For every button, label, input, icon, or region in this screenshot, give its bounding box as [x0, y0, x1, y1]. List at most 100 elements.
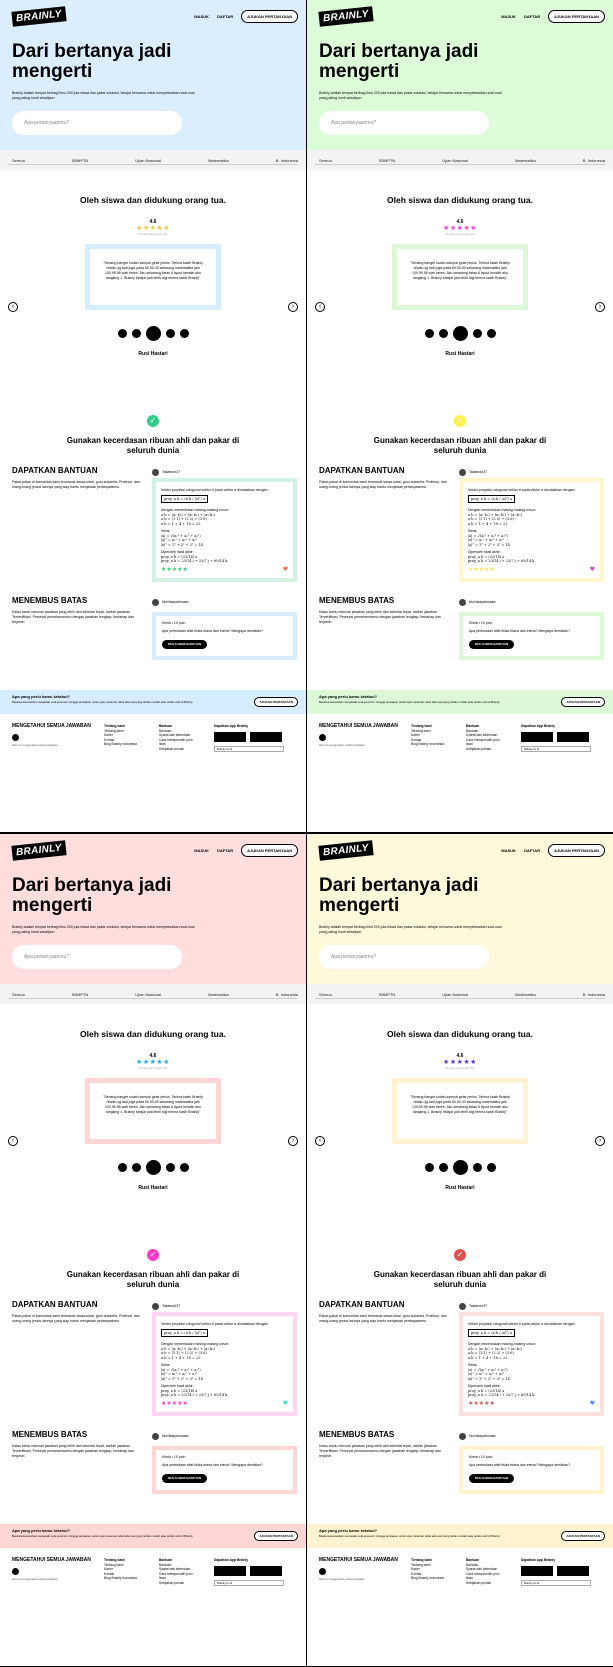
footer-link[interactable]: Blog Brainly Indonesia	[411, 1576, 466, 1581]
app-store-badge[interactable]	[214, 1565, 246, 1576]
locale-select[interactable]: Brainly.co.id	[214, 1579, 284, 1586]
carousel-dot-active[interactable]	[145, 1160, 161, 1175]
app-store-badge[interactable]	[521, 731, 553, 742]
search-input[interactable]: Apa pertanyaanmu?	[12, 111, 182, 135]
footer-social-icon[interactable]	[12, 1567, 19, 1575]
ask-question-button[interactable]: AJUKAN PERTANYAAN	[548, 9, 605, 23]
heart-icon[interactable]: ♥	[590, 1400, 595, 1407]
register-link[interactable]: DAFTAR	[524, 14, 540, 19]
subject-tab[interactable]: Ujian Nasional	[442, 992, 468, 997]
subject-tab[interactable]: SBMPTN	[379, 992, 396, 997]
play-store-badge[interactable]	[557, 1565, 589, 1576]
carousel-dot[interactable]	[165, 1163, 175, 1172]
search-input[interactable]: Apa pertanyaanmu?	[12, 945, 182, 969]
subject-tab[interactable]: SBMPTN	[72, 992, 89, 997]
carousel-dot[interactable]	[165, 329, 175, 338]
carousel-dot[interactable]	[131, 1163, 141, 1172]
subject-tab[interactable]: Semua	[319, 158, 332, 163]
footer-link[interactable]: Kebijakan privasi	[159, 747, 214, 752]
carousel-dot[interactable]	[486, 329, 496, 338]
play-store-badge[interactable]	[557, 731, 589, 742]
footer-link[interactable]: Blog Brainly Indonesia	[411, 742, 466, 747]
locale-select[interactable]: Brainly.co.id	[214, 745, 284, 752]
start-helping-button[interactable]: MULAI BERI BANTUAN	[162, 640, 208, 649]
carousel-dot[interactable]	[117, 329, 127, 338]
brainly-logo[interactable]: BRAINLY	[318, 839, 374, 861]
subject-tab[interactable]: Ujian Nasional	[135, 158, 161, 163]
subject-tab[interactable]: Matematika	[515, 992, 536, 997]
subject-tab[interactable]: Semua	[12, 158, 25, 163]
brainly-logo[interactable]: BRAINLY	[11, 5, 67, 27]
heart-icon[interactable]: ♥	[590, 566, 595, 573]
carousel-dot[interactable]	[424, 1163, 434, 1172]
locale-select[interactable]: Brainly.co.id	[521, 745, 591, 752]
register-link[interactable]: DAFTAR	[524, 848, 540, 853]
footer-link[interactable]: Kebijakan privasi	[159, 1581, 214, 1586]
login-link[interactable]: MASUK	[194, 848, 209, 853]
heart-icon[interactable]: ♥	[283, 1400, 288, 1407]
next-arrow-icon[interactable]: ›	[595, 302, 605, 312]
carousel-dot-active[interactable]	[145, 326, 161, 341]
login-link[interactable]: MASUK	[194, 14, 209, 19]
banner-ask-button[interactable]: AJUKAN PERTANYAAN	[561, 1531, 605, 1541]
login-link[interactable]: MASUK	[501, 14, 516, 19]
search-input[interactable]: Apa pertanyaanmu?	[319, 111, 489, 135]
brainly-logo[interactable]: BRAINLY	[318, 5, 374, 27]
search-input[interactable]: Apa pertanyaanmu?	[319, 945, 489, 969]
carousel-dot[interactable]	[472, 329, 482, 338]
register-link[interactable]: DAFTAR	[217, 14, 233, 19]
carousel-dot-active[interactable]	[452, 1160, 468, 1175]
subject-tab[interactable]: Semua	[12, 992, 25, 997]
subject-tab[interactable]: Matematika	[208, 158, 229, 163]
carousel-dot[interactable]	[131, 329, 141, 338]
carousel-dot[interactable]	[117, 1163, 127, 1172]
login-link[interactable]: MASUK	[501, 848, 516, 853]
prev-arrow-icon[interactable]: ‹	[315, 302, 325, 312]
carousel-dot-active[interactable]	[452, 326, 468, 341]
footer-link[interactable]: Blog Brainly Indonesia	[104, 1576, 159, 1581]
next-arrow-icon[interactable]: ›	[288, 302, 298, 312]
subject-tab[interactable]: Matematika	[208, 992, 229, 997]
app-store-badge[interactable]	[214, 731, 246, 742]
carousel-dot[interactable]	[424, 329, 434, 338]
prev-arrow-icon[interactable]: ‹	[8, 302, 18, 312]
brainly-logo[interactable]: BRAINLY	[11, 839, 67, 861]
footer-link[interactable]: Kebijakan privasi	[466, 747, 521, 752]
footer-social-icon[interactable]	[12, 733, 19, 741]
ask-question-button[interactable]: AJUKAN PERTANYAAN	[548, 843, 605, 857]
heart-icon[interactable]: ♥	[283, 566, 288, 573]
start-helping-button[interactable]: MULAI BERI BANTUAN	[469, 640, 515, 649]
next-arrow-icon[interactable]: ›	[595, 1136, 605, 1146]
subject-tab[interactable]: Matematika	[515, 158, 536, 163]
prev-arrow-icon[interactable]: ‹	[315, 1136, 325, 1146]
footer-social-icon[interactable]	[319, 733, 326, 741]
subject-tab[interactable]: Ujian Nasional	[135, 992, 161, 997]
subject-tab[interactable]: B. Indonesia	[583, 158, 605, 163]
banner-ask-button[interactable]: AJUKAN PERTANYAAN	[254, 697, 298, 707]
carousel-dot[interactable]	[179, 329, 189, 338]
carousel-dot[interactable]	[179, 1163, 189, 1172]
carousel-dot[interactable]	[438, 329, 448, 338]
register-link[interactable]: DAFTAR	[217, 848, 233, 853]
banner-ask-button[interactable]: AJUKAN PERTANYAAN	[561, 697, 605, 707]
play-store-badge[interactable]	[250, 1565, 282, 1576]
subject-tab[interactable]: SBMPTN	[72, 158, 89, 163]
footer-link[interactable]: Blog Brainly Indonesia	[104, 742, 159, 747]
carousel-dot[interactable]	[438, 1163, 448, 1172]
subject-tab[interactable]: Ujian Nasional	[442, 158, 468, 163]
subject-tab[interactable]: B. Indonesia	[583, 992, 605, 997]
banner-ask-button[interactable]: AJUKAN PERTANYAAN	[254, 1531, 298, 1541]
locale-select[interactable]: Brainly.co.id	[521, 1579, 591, 1586]
next-arrow-icon[interactable]: ›	[288, 1136, 298, 1146]
carousel-dot[interactable]	[472, 1163, 482, 1172]
subject-tab[interactable]: B. Indonesia	[276, 158, 298, 163]
play-store-badge[interactable]	[250, 731, 282, 742]
start-helping-button[interactable]: MULAI BERI BANTUAN	[469, 1474, 515, 1483]
prev-arrow-icon[interactable]: ‹	[8, 1136, 18, 1146]
subject-tab[interactable]: Semua	[319, 992, 332, 997]
start-helping-button[interactable]: MULAI BERI BANTUAN	[162, 1474, 208, 1483]
footer-social-icon[interactable]	[319, 1567, 326, 1575]
footer-link[interactable]: Kebijakan privasi	[466, 1581, 521, 1586]
ask-question-button[interactable]: AJUKAN PERTANYAAN	[241, 9, 298, 23]
subject-tab[interactable]: B. Indonesia	[276, 992, 298, 997]
